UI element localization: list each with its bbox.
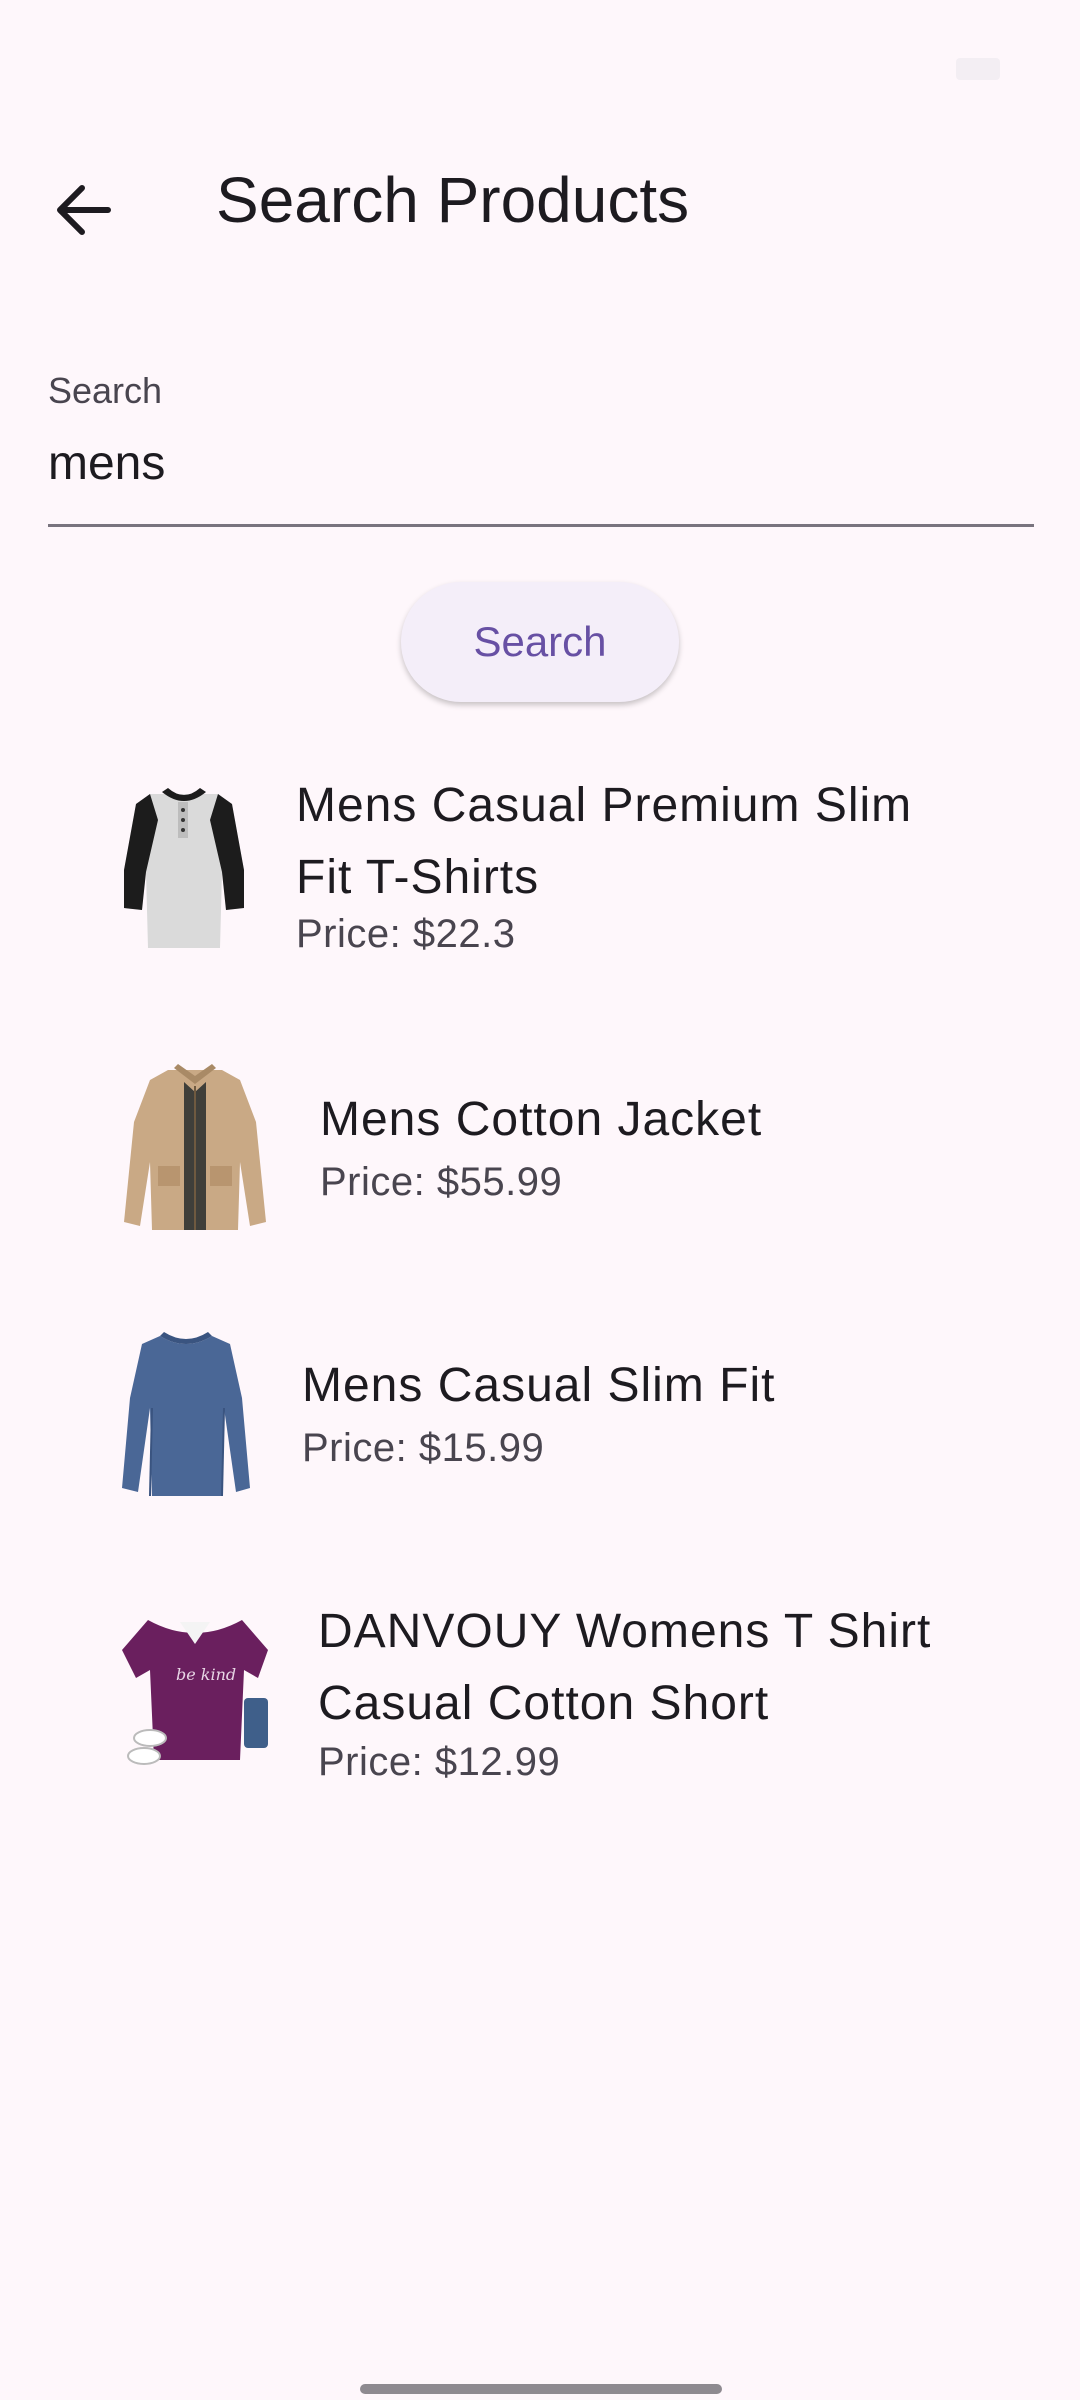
product-price: Price: $55.99 <box>320 1160 563 1204</box>
product-price: Price: $12.99 <box>318 1740 561 1784</box>
blue-long-sleeve-shirt-image <box>122 1332 250 1497</box>
product-name: DANVOUY Womens T Shirt Casual Cotton Sho… <box>318 1605 932 1730</box>
product-item[interactable]: be kind DANVOUY Womens T Shirt Casual Co… <box>0 1580 1080 1820</box>
product-price: Price: $15.99 <box>302 1426 545 1470</box>
home-indicator[interactable] <box>360 2384 722 2394</box>
status-bar <box>0 0 1080 130</box>
shirt-print-text: be kind <box>176 1665 236 1684</box>
khaki-cotton-jacket-image <box>124 1064 266 1230</box>
search-button[interactable]: Search <box>401 582 679 702</box>
search-label: Search <box>48 370 163 411</box>
raglan-henley-tshirt-image <box>124 788 244 948</box>
page-title: Search Products <box>216 164 690 236</box>
product-name: Mens Casual Premium Slim Fit T-Shirts <box>296 779 913 904</box>
purple-be-kind-tshirt-image: be kind <box>122 1620 268 1765</box>
product-item[interactable]: Mens Cotton Jacket Price: $55.99 <box>0 1050 1080 1260</box>
arrow-back-icon <box>57 185 111 235</box>
product-item[interactable]: Mens Casual Premium Slim Fit T-Shirts Pr… <box>0 760 1080 990</box>
search-field[interactable]: Search <box>48 360 1034 527</box>
product-price: Price: $22.3 <box>296 912 516 956</box>
app-bar: Search Products <box>0 130 1080 266</box>
battery-icon <box>956 58 1000 80</box>
search-input[interactable] <box>48 428 1008 498</box>
product-item[interactable]: Mens Casual Slim Fit Price: $15.99 <box>0 1316 1080 1526</box>
product-name: Mens Casual Slim Fit <box>302 1359 776 1412</box>
product-name: Mens Cotton Jacket <box>320 1093 763 1146</box>
back-button[interactable] <box>32 158 136 262</box>
